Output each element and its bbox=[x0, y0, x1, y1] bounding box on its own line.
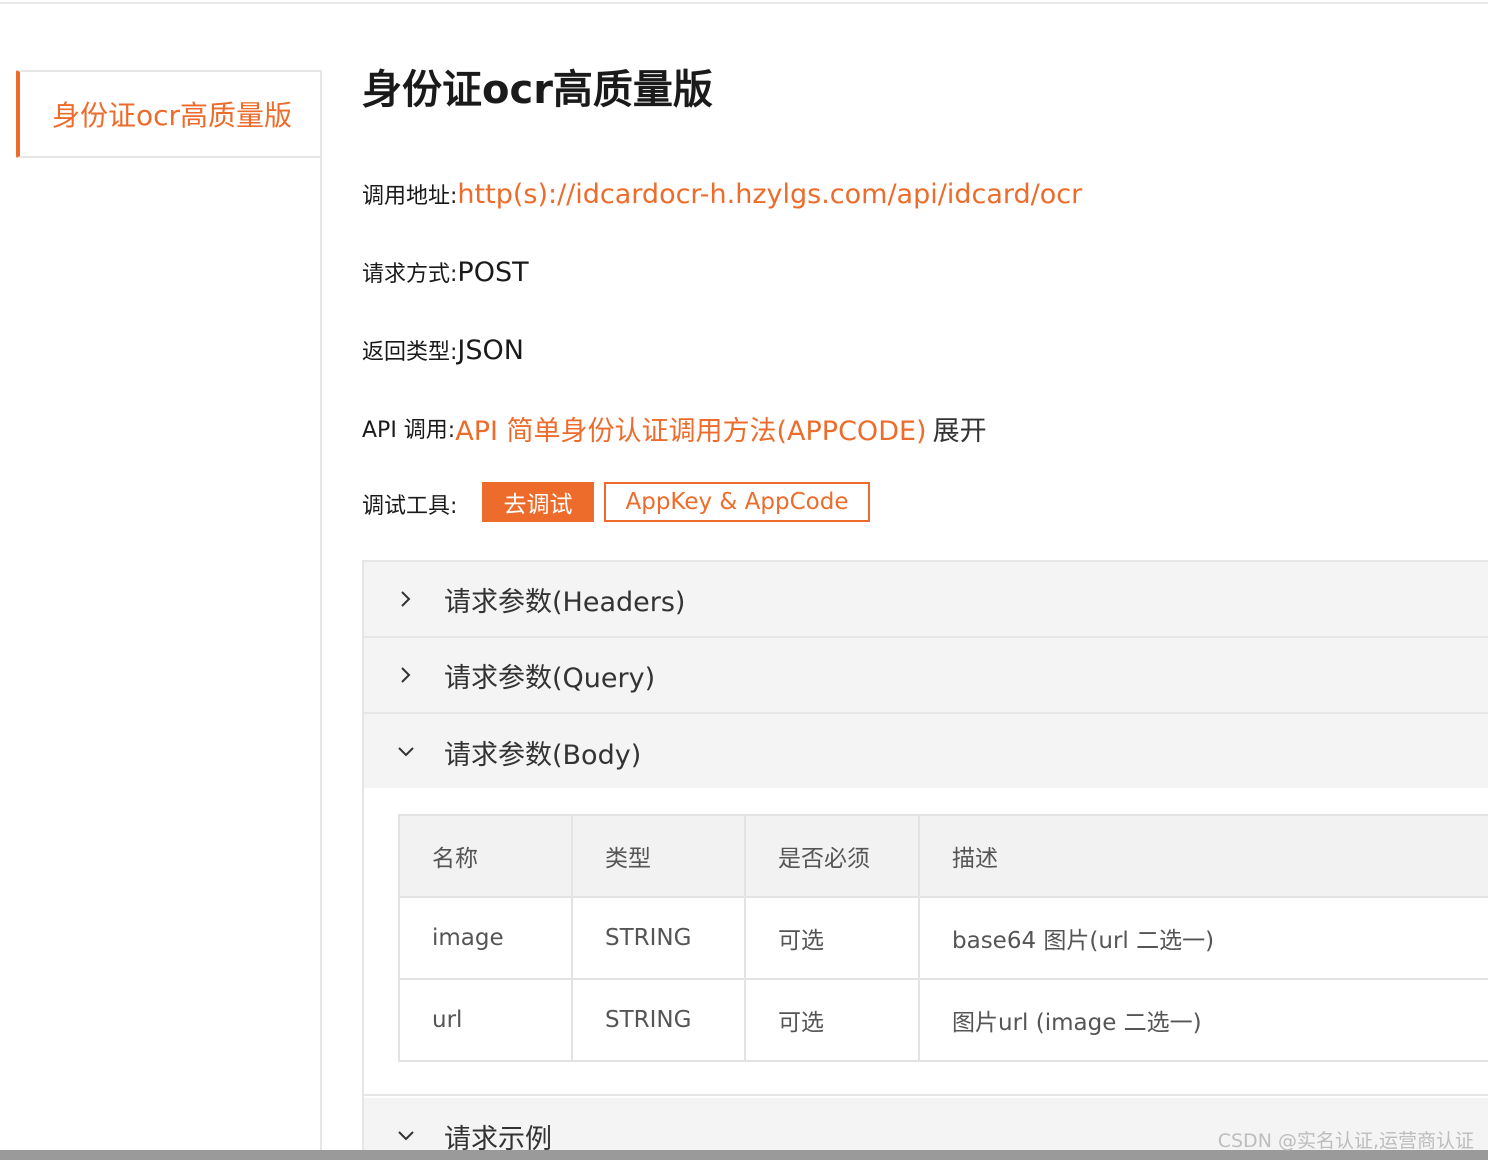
column-header-required: 是否必须 bbox=[744, 814, 920, 898]
return-type-label: 返回类型: bbox=[362, 340, 458, 365]
expand-toggle[interactable]: 展开 bbox=[933, 409, 987, 448]
param-name: image bbox=[398, 896, 573, 980]
method-label: 请求方式: bbox=[362, 262, 458, 287]
page-title: 身份证ocr高质量版 bbox=[362, 67, 713, 113]
chevron-right-icon bbox=[364, 666, 444, 684]
table-header-row: 名称 类型 是否必须 描述 bbox=[398, 814, 1488, 898]
sidebar bbox=[16, 156, 322, 1160]
body-params-table: 名称 类型 是否必须 描述 image STRING 可选 base64 图片(… bbox=[398, 814, 1488, 1062]
return-type-row: 返回类型: JSON bbox=[362, 328, 524, 372]
param-required: 可选 bbox=[744, 978, 920, 1062]
param-description: base64 图片(url 二选一) bbox=[918, 896, 1488, 980]
debug-tools-label: 调试工具: bbox=[362, 494, 458, 519]
debug-button[interactable]: 去调试 bbox=[482, 482, 594, 522]
endpoint-label: 调用地址: bbox=[362, 184, 458, 209]
endpoint-row: 调用地址: http(s)://idcardocr-h.hzylgs.com/a… bbox=[362, 172, 1082, 216]
param-description: 图片url (image 二选一) bbox=[918, 978, 1488, 1062]
section-body-content: 名称 类型 是否必须 描述 image STRING 可选 base64 图片(… bbox=[364, 788, 1488, 1096]
method-row: 请求方式: POST bbox=[362, 250, 529, 294]
api-call-row: API 调用: API 简单身份认证调用方法(APPCODE) 展开 bbox=[362, 406, 987, 450]
column-header-type: 类型 bbox=[571, 814, 746, 898]
chevron-down-icon bbox=[364, 1129, 444, 1143]
param-name: url bbox=[398, 978, 573, 1062]
param-required: 可选 bbox=[744, 896, 920, 980]
section-headers-header[interactable]: 请求参数(Headers) bbox=[364, 562, 1488, 638]
method-value: POST bbox=[457, 256, 529, 288]
chevron-right-icon bbox=[364, 590, 444, 608]
section-title: 请求参数(Body) bbox=[444, 739, 642, 771]
endpoint-url-link[interactable]: http(s)://idcardocr-h.hzylgs.com/api/idc… bbox=[457, 179, 1082, 210]
section-query-header[interactable]: 请求参数(Query) bbox=[364, 638, 1488, 714]
api-call-label: API 调用: bbox=[362, 418, 456, 443]
column-header-description: 描述 bbox=[918, 814, 1488, 898]
param-type: STRING bbox=[571, 896, 746, 980]
table-row: image STRING 可选 base64 图片(url 二选一) bbox=[398, 896, 1488, 980]
request-params-panel: 请求参数(Headers) 请求参数(Query) 请求参数(Body) 名称 … bbox=[362, 560, 1488, 1160]
section-body-header[interactable]: 请求参数(Body) bbox=[364, 714, 1488, 790]
param-type: STRING bbox=[571, 978, 746, 1062]
section-title: 请求参数(Headers) bbox=[444, 586, 686, 618]
watermark: CSDN @实名认证,运营商认证 bbox=[1217, 1130, 1474, 1152]
sidebar-item-label: 身份证ocr高质量版 bbox=[52, 99, 293, 132]
top-divider bbox=[0, 2, 1488, 4]
table-row: url STRING 可选 图片url (image 二选一) bbox=[398, 978, 1488, 1062]
chevron-down-icon bbox=[364, 745, 444, 759]
appkey-appcode-button[interactable]: AppKey & AppCode bbox=[604, 482, 870, 522]
return-type-value: JSON bbox=[457, 334, 524, 366]
api-call-link[interactable]: API 简单身份认证调用方法(APPCODE) bbox=[455, 409, 926, 448]
sidebar-item-idcard-ocr[interactable]: 身份证ocr高质量版 bbox=[16, 70, 322, 158]
column-header-name: 名称 bbox=[398, 814, 573, 898]
section-title: 请求参数(Query) bbox=[444, 662, 656, 694]
debug-tools-row: 调试工具: bbox=[362, 482, 457, 526]
